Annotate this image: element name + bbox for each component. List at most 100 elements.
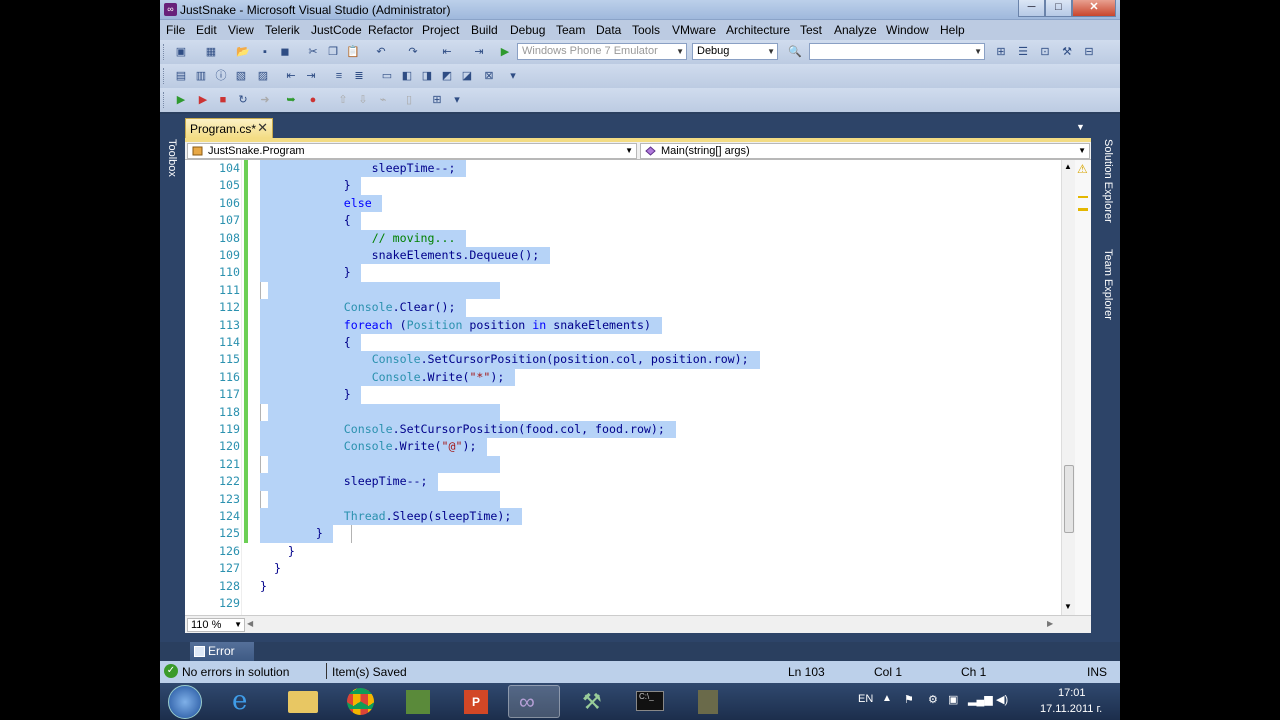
menu-test[interactable]: Test [800,23,822,37]
code-editor[interactable]: 104 sleepTime--; 105 } 106 else 107 {108 //… [185,160,1061,615]
previous-bookmark-in-folder-icon[interactable]: ◩ [440,69,454,83]
next-bookmark-in-folder-icon[interactable]: ◪ [460,69,474,83]
action-center-icon[interactable]: ⚑ [904,693,914,706]
toggle-bookmark-icon[interactable]: ▭ [380,69,394,83]
minimize-button[interactable]: ─ [1018,0,1045,17]
open-file-icon[interactable]: 📂 [236,45,250,59]
step-over-icon[interactable]: ● [306,93,320,107]
menu-debug[interactable]: Debug [510,23,545,37]
menu-build[interactable]: Build [471,23,498,37]
uncomment-lines-icon[interactable]: ≣ [352,69,366,83]
menu-team[interactable]: Team [556,23,585,37]
input-language[interactable]: EN [858,693,873,705]
network-icon[interactable]: ▂▄▆ [968,693,993,706]
tray-app-icon[interactable]: ⚙ [928,693,938,706]
redo-icon[interactable]: ↷ [406,45,420,59]
types-dropdown[interactable]: JustSnake.Program ▼ [187,143,637,159]
volume-icon[interactable]: ◀) [996,693,1008,706]
toolbox-tab[interactable]: Toolbox [162,139,178,177]
navigate-backward-icon[interactable]: ⇤ [440,45,454,59]
close-tab-icon[interactable]: ✕ [257,120,268,136]
scroll-up-icon[interactable]: ▲ [1064,162,1072,171]
device-icon[interactable]: ▣ [948,693,958,706]
continue-icon[interactable]: ▶ [174,93,188,107]
vertical-scrollbar[interactable]: ▲ ▼ [1061,160,1075,615]
target-device-dropdown[interactable]: Windows Phone 7 Emulator ▼ [517,43,687,60]
list-members-icon[interactable]: ▤ [174,69,188,83]
show-next-statement-icon[interactable]: ➜ [258,93,272,107]
menu-telerik[interactable]: Telerik [265,23,300,37]
menu-edit[interactable]: Edit [196,23,217,37]
properties-icon[interactable]: ☰ [1016,45,1030,59]
toolbar-overflow-icon[interactable]: ▾ [506,69,520,83]
previous-bookmark-icon[interactable]: ◧ [400,69,414,83]
step-out-icon[interactable]: ⇧ [336,93,350,107]
step-into-icon[interactable]: ➥ [284,93,298,107]
start-debugging-icon[interactable]: ▶ [498,45,512,59]
menu-justcode[interactable]: JustCode [311,23,362,37]
document-tab-program-cs[interactable]: Program.cs* ✕ [185,118,273,138]
quick-info-icon[interactable]: ⓘ [214,69,228,83]
menu-help[interactable]: Help [940,23,965,37]
scroll-left-icon[interactable]: ◀ [247,619,253,628]
taskbar-chrome[interactable] [334,685,386,718]
error-list-tab[interactable]: Error List [190,642,254,677]
taskbar-visual-studio[interactable]: ∞ [508,685,560,718]
solution-explorer-icon[interactable]: ⊞ [994,45,1008,59]
configuration-dropdown[interactable]: Debug ▼ [692,43,778,60]
errors-status[interactable]: No errors in solution [182,665,289,679]
breakpoints-window-icon[interactable]: ▯ [402,93,416,107]
add-item-icon[interactable]: ▦ [204,45,218,59]
restart-icon[interactable]: ↻ [236,93,250,107]
menu-analyze[interactable]: Analyze [834,23,877,37]
output-window-icon[interactable]: ⊞ [430,93,444,107]
team-explorer-tab[interactable]: Team Explorer [1102,249,1114,320]
navigate-forward-icon[interactable]: ⇥ [472,45,486,59]
new-project-icon[interactable]: ▣ [174,45,188,59]
find-in-files-icon[interactable]: 🔍 [788,45,802,59]
parameter-info-icon[interactable]: ▥ [194,69,208,83]
zoom-dropdown[interactable]: 110 % ▼ [187,618,245,632]
clock-date[interactable]: 17.11.2011 г. [1040,703,1102,715]
complete-word-icon[interactable]: ▧ [234,69,248,83]
menu-vmware[interactable]: VMware [672,23,716,37]
menu-data[interactable]: Data [596,23,621,37]
comment-lines-icon[interactable]: ≡ [332,69,346,83]
taskbar-internet-explorer[interactable]: e [218,685,270,718]
warning-icon[interactable]: ⚠ [1077,162,1088,176]
toolbox-icon[interactable]: ⚒ [1060,45,1074,59]
taskbar-explorer[interactable] [276,685,328,718]
taskbar-command-prompt[interactable]: C:\_ [624,685,676,718]
decrease-indent-icon[interactable]: ⇤ [284,69,298,83]
object-browser-icon[interactable]: ⊡ [1038,45,1052,59]
menu-architecture[interactable]: Architecture [726,23,790,37]
copy-icon[interactable]: ❐ [326,45,340,59]
clear-bookmarks-icon[interactable]: ⊠ [482,69,496,83]
start-button[interactable] [168,685,202,719]
menu-refactor[interactable]: Refactor [368,23,413,37]
menu-window[interactable]: Window [886,23,929,37]
members-dropdown[interactable]: Main(string[] args) ▼ [640,143,1090,159]
toolbox-panel-strip[interactable]: Toolbox [160,117,180,637]
taskbar-utility[interactable] [682,685,734,718]
paste-icon[interactable]: 📋 [346,45,360,59]
cut-icon[interactable]: ✂ [306,45,320,59]
toolbar-grip[interactable] [163,92,166,108]
find-combo[interactable]: ▼ [809,43,985,60]
toolbar-overflow-icon[interactable]: ▾ [450,93,464,107]
save-icon[interactable]: ▪ [258,45,272,59]
menu-project[interactable]: Project [422,23,459,37]
toolbar-grip[interactable] [163,44,166,60]
clock-time[interactable]: 17:01 [1058,687,1086,699]
toolbar-grip[interactable] [163,68,166,84]
maximize-button[interactable]: □ [1045,0,1072,17]
scroll-down-icon[interactable]: ▼ [1064,602,1072,611]
menu-file[interactable]: File [166,23,185,37]
increase-indent-icon[interactable]: ⇥ [304,69,318,83]
show-threads-icon[interactable]: ⌁ [376,93,390,107]
tray-overflow-icon[interactable]: ▲ [882,693,892,704]
next-bookmark-icon[interactable]: ◨ [420,69,434,83]
close-button[interactable]: ✕ [1072,0,1116,17]
save-all-icon[interactable]: ◼ [278,45,292,59]
scroll-right-icon[interactable]: ▶ [1047,619,1053,628]
